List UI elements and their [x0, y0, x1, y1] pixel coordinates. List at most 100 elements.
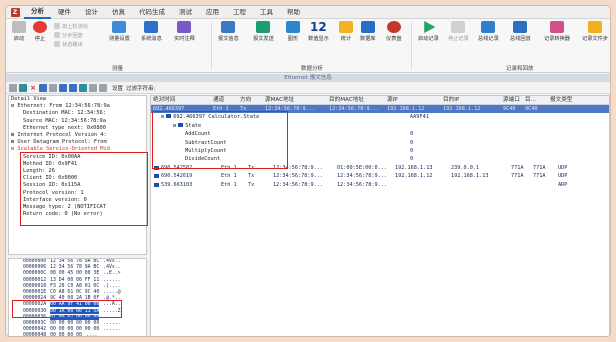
hex-row[interactable]: 00000048 00 00 00 00....	[9, 333, 146, 336]
menu-item[interactable]: 工具	[253, 6, 280, 19]
detail-line[interactable]: Client ID: 0x0000	[9, 175, 146, 182]
column-header[interactable]: 通道	[211, 96, 238, 104]
column-header[interactable]: 报文类型	[548, 96, 588, 104]
list-icon[interactable]	[49, 84, 57, 92]
detail-line[interactable]: Session ID: 0x115A	[9, 182, 146, 189]
menu-item[interactable]: 硬件	[51, 6, 78, 19]
detail-line[interactable]: Protocol version: 1	[9, 190, 146, 197]
record-file-button[interactable]: 记录文件步	[582, 21, 608, 42]
selected-packet-row[interactable]: 692.466397 Eth 1 Tx 12:34:56:78:9... 12:34:5…	[151, 105, 609, 114]
ribbon-small-label: 如上轮测出	[62, 24, 88, 30]
tree-node[interactable]: ⊟ State	[151, 122, 609, 130]
start-icon	[12, 21, 26, 33]
expand-toggle-icon[interactable]: ⊟	[161, 114, 164, 120]
detail-line[interactable]: Source MAC: 12:34:56:78:9a	[9, 118, 146, 125]
column-header[interactable]: 绝对时间	[151, 96, 211, 104]
detail-line[interactable]: Message type: 2 (NOTIFICAT	[9, 204, 146, 211]
app-logo-glyph: Z	[10, 7, 20, 17]
settings-label[interactable]: 设置	[112, 84, 123, 92]
packet-row[interactable]: 690.542619 Eth 1 Tx 12:34:56:78:9... 12:34:5…	[151, 172, 609, 180]
filter-icon[interactable]	[39, 84, 47, 92]
columns-icon[interactable]	[19, 84, 27, 92]
database-button[interactable]: 数据库	[360, 21, 376, 42]
detail-view-icon[interactable]	[59, 84, 67, 92]
column-header[interactable]: 目的MAC地址	[327, 96, 385, 104]
start-record-button[interactable]: 启动记录	[418, 21, 439, 42]
tree-node-value: 0	[409, 147, 414, 154]
ribbon-small-0[interactable]: 如上轮测出	[54, 23, 88, 31]
tree-node[interactable]: AddCount 0	[151, 130, 609, 138]
ribbon-small-1[interactable]: 分步回放	[54, 32, 83, 40]
stop-button[interactable]: 停止	[33, 21, 47, 42]
menu-item[interactable]: 分析	[24, 6, 51, 19]
chevron-up-icon[interactable]	[89, 84, 97, 92]
packet-list[interactable]: 绝对时间 通道 方向 源MAC地址 目的MAC地址 源IP 目的IP 源端口 目... 报文类型 …	[150, 95, 610, 336]
column-header[interactable]: 目的IP	[441, 96, 501, 104]
detail-line[interactable]: Destination MAC: 12:34:56:	[9, 110, 146, 117]
stop-record-button[interactable]: 停止记录	[448, 21, 469, 42]
numeric-display-button[interactable]: 12 数值显示	[308, 21, 329, 42]
tree-node[interactable]: ⊟ 692.466397 Calculator.State AA9F41	[151, 113, 609, 121]
column-header[interactable]: 源MAC地址	[263, 96, 327, 104]
statistics-button[interactable]: 统计	[339, 21, 353, 42]
tree-node[interactable]: DivideCount 0	[151, 155, 609, 163]
tree-node[interactable]: MultiplyCount 0	[151, 147, 609, 155]
hex-view-icon[interactable]	[69, 84, 77, 92]
packet-list-header: 绝对时间 通道 方向 源MAC地址 目的MAC地址 源IP 目的IP 源端口 目... 报文类型	[151, 96, 609, 105]
detail-line[interactable]: ⊟ Ethernet: From 12:34:56:78:9a	[9, 103, 146, 110]
measure-settings-button[interactable]: 测量设置	[109, 21, 130, 42]
packet-row[interactable]: 690.542582 Eth 1 Tx 12:34:56:78:9... 01:00:5…	[151, 164, 609, 172]
expand-toggle-icon[interactable]: ⊟	[173, 123, 176, 129]
detail-line[interactable]: Interface version: 0	[9, 197, 146, 204]
close-icon[interactable]: ×	[29, 84, 37, 92]
menu-item[interactable]: 设计	[78, 6, 105, 19]
menu-item[interactable]: 帮助	[280, 6, 307, 19]
bus-record-icon	[481, 21, 496, 33]
detail-line[interactable]: Service ID: 0x00AA	[9, 154, 146, 161]
column-header[interactable]: 目...	[523, 96, 548, 104]
detail-line[interactable]: Ethernet type next: 0x0800	[9, 125, 146, 132]
message-info-button[interactable]: 报文信息	[218, 21, 239, 42]
hex-bytes: 08 00 45 00 00 3E	[50, 271, 100, 277]
system-message-button[interactable]: 系统消息	[141, 21, 162, 42]
chevron-down-icon[interactable]	[79, 84, 87, 92]
dashboard-button[interactable]: 仪表盘	[386, 21, 402, 42]
ribbon-small-2[interactable]: 状态路出	[54, 41, 83, 49]
detail-line[interactable]: Length: 26	[9, 168, 146, 175]
column-header[interactable]: 源端口	[501, 96, 523, 104]
menu-item[interactable]: 仿真	[105, 6, 132, 19]
grid-icon[interactable]	[9, 84, 17, 92]
hex-offset: 00000042	[23, 327, 47, 333]
button-label: 系统消息	[141, 36, 162, 42]
hex-offset: 00000030	[23, 308, 47, 314]
menu-item[interactable]: 测试	[172, 6, 199, 19]
live-annotation-button[interactable]: 实时注释	[174, 21, 195, 42]
gear-icon[interactable]	[99, 84, 107, 92]
detail-line[interactable]: ⊞ Internet Protocol Version 4:	[9, 132, 146, 139]
column-header[interactable]: 方向	[238, 96, 263, 104]
detail-line[interactable]: ⊟ Scalable Service-Oriented Mid	[9, 146, 146, 153]
detail-view-panel[interactable]: Detail View ⊟ Ethernet: From 12:34:56:78:…	[8, 95, 147, 255]
column-header[interactable]: 源IP	[385, 96, 441, 104]
app-logo[interactable]: Z	[6, 6, 24, 19]
graphics-button[interactable]: 图形	[286, 21, 300, 42]
packet-cell: 192.168.1.12	[443, 106, 481, 112]
detail-line[interactable]: Detail View	[9, 96, 146, 103]
message-send-button[interactable]: 报文发送	[253, 21, 274, 42]
record-converter-button[interactable]: 记录转换器	[544, 21, 570, 42]
menu-item[interactable]: 工程	[226, 6, 253, 19]
bus-record-button[interactable]: 总线记录	[478, 21, 499, 42]
menu-item[interactable]: 应用	[199, 6, 226, 19]
detail-line[interactable]: ⊞ User Datagram Protocol: From	[9, 139, 146, 146]
detail-line[interactable]: Return code: 0 (No error)	[9, 211, 146, 218]
bus-replay-button[interactable]: 总线回放	[510, 21, 531, 42]
start-button[interactable]: 启动	[12, 21, 26, 42]
signal-tree: ⊟ 692.466397 Calculator.State AA9F41 ⊟ State…	[151, 113, 609, 163]
packet-row[interactable]: 539.663103 Eth 1 Tx 12:34:56:78:9... 12:34:5…	[151, 181, 609, 189]
tree-node[interactable]: SubtractCount 0	[151, 139, 609, 147]
hex-view-panel[interactable]: 00000000 12 34 56 78 9A BC .4Vx.. 00000006 1…	[8, 258, 147, 336]
menu-item[interactable]: 代码生成	[132, 6, 172, 19]
hex-offset: 00000018	[23, 283, 47, 289]
detail-line[interactable]: Method ID: 0x9F41	[9, 161, 146, 168]
ribbon-separator	[411, 22, 412, 70]
